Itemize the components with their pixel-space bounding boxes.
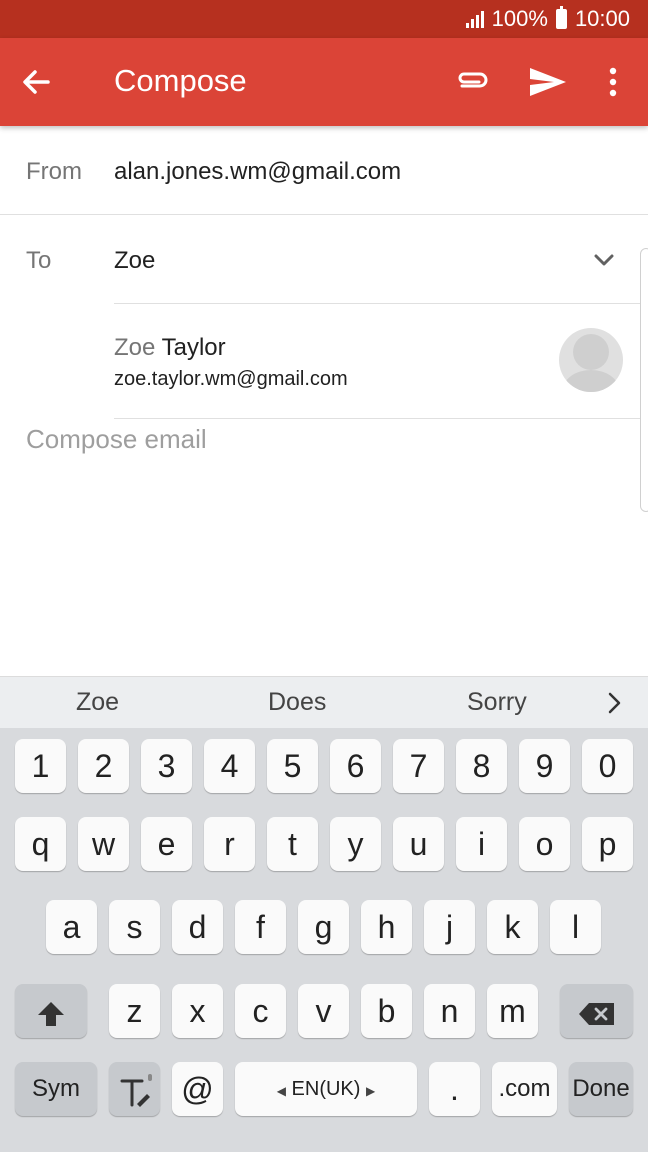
clock: 10:00 bbox=[574, 6, 630, 31]
dotcom-key[interactable]: .com bbox=[492, 1062, 557, 1116]
send-icon bbox=[530, 68, 566, 96]
more-options-button[interactable] bbox=[596, 60, 630, 104]
backspace-icon bbox=[578, 1002, 614, 1025]
key[interactable]: 7 bbox=[393, 739, 444, 793]
compose-body-input[interactable]: Compose email bbox=[26, 424, 207, 455]
dropdown-edge bbox=[640, 248, 648, 512]
paperclip-icon bbox=[458, 72, 488, 88]
key[interactable]: w bbox=[78, 817, 129, 871]
text-format-key[interactable] bbox=[109, 1062, 160, 1116]
battery-icon bbox=[555, 6, 567, 29]
key[interactable]: d bbox=[172, 900, 223, 954]
key[interactable]: 4 bbox=[204, 739, 255, 793]
key[interactable]: g bbox=[298, 900, 349, 954]
suggestion-word[interactable]: Does bbox=[268, 688, 326, 717]
status-bar: 100% 10:00 bbox=[0, 0, 648, 38]
contact-name: Zoe Taylor bbox=[114, 334, 226, 362]
key[interactable]: 5 bbox=[267, 739, 318, 793]
key[interactable]: p bbox=[582, 817, 633, 871]
status-indicators: 100% 10:00 bbox=[465, 6, 630, 32]
key[interactable]: a bbox=[46, 900, 97, 954]
from-field[interactable]: alan.jones.wm@gmail.com bbox=[114, 158, 401, 186]
expand-recipients-button[interactable] bbox=[590, 246, 618, 274]
key[interactable]: r bbox=[204, 817, 255, 871]
key[interactable]: 9 bbox=[519, 739, 570, 793]
keyboard-suggestion-bar: Zoe Does Sorry bbox=[0, 676, 648, 728]
signal-icon bbox=[465, 10, 484, 28]
arrow-left-icon bbox=[23, 70, 50, 94]
chevron-down-icon bbox=[594, 254, 614, 266]
keyboard: 1 2 3 4 5 6 7 8 9 0 q w e r t y u i o p … bbox=[0, 728, 648, 1152]
app-bar: Compose bbox=[0, 38, 648, 126]
contact-name-match: Zoe bbox=[114, 334, 156, 361]
shift-key[interactable] bbox=[15, 984, 87, 1038]
at-key[interactable]: @ bbox=[172, 1062, 223, 1116]
key[interactable]: f bbox=[235, 900, 286, 954]
key[interactable]: n bbox=[424, 984, 475, 1038]
key[interactable]: 3 bbox=[141, 739, 192, 793]
key[interactable]: 1 bbox=[15, 739, 66, 793]
person-avatar-icon bbox=[559, 328, 623, 392]
key[interactable]: q bbox=[15, 817, 66, 871]
done-key[interactable]: Done bbox=[569, 1062, 633, 1116]
divider bbox=[114, 303, 640, 304]
contact-name-rest: Taylor bbox=[155, 334, 226, 361]
key[interactable]: l bbox=[550, 900, 601, 954]
key[interactable]: v bbox=[298, 984, 349, 1038]
key[interactable]: s bbox=[109, 900, 160, 954]
key[interactable]: 6 bbox=[330, 739, 381, 793]
text-format-icon bbox=[120, 1073, 152, 1107]
key[interactable]: o bbox=[519, 817, 570, 871]
key[interactable]: u bbox=[393, 817, 444, 871]
key[interactable]: i bbox=[456, 817, 507, 871]
back-button[interactable] bbox=[14, 60, 58, 104]
battery-percent: 100% bbox=[491, 6, 548, 31]
page-title: Compose bbox=[114, 63, 247, 98]
key[interactable]: h bbox=[361, 900, 412, 954]
key[interactable]: e bbox=[141, 817, 192, 871]
contact-email: zoe.taylor.wm@gmail.com bbox=[114, 368, 348, 390]
key[interactable]: c bbox=[235, 984, 286, 1038]
key[interactable]: 2 bbox=[78, 739, 129, 793]
more-suggestions-button[interactable] bbox=[602, 689, 626, 717]
key[interactable]: 0 bbox=[582, 739, 633, 793]
suggestion-word[interactable]: Sorry bbox=[467, 688, 527, 717]
key[interactable]: z bbox=[109, 984, 160, 1038]
key[interactable]: 8 bbox=[456, 739, 507, 793]
space-key[interactable]: ◀ EN(UK) ▶ bbox=[235, 1062, 417, 1116]
language-label: EN(UK) bbox=[291, 1078, 361, 1100]
to-label: To bbox=[26, 247, 52, 274]
backspace-key[interactable] bbox=[560, 984, 633, 1038]
divider bbox=[0, 214, 648, 215]
chevron-right-icon bbox=[608, 692, 621, 714]
more-vert-icon bbox=[609, 67, 617, 97]
key[interactable]: k bbox=[487, 900, 538, 954]
period-key[interactable]: . bbox=[429, 1062, 480, 1116]
key[interactable]: x bbox=[172, 984, 223, 1038]
shift-arrow-icon bbox=[38, 1001, 64, 1026]
key[interactable]: j bbox=[424, 900, 475, 954]
key[interactable]: b bbox=[361, 984, 412, 1038]
send-button[interactable] bbox=[526, 60, 570, 104]
attach-button[interactable] bbox=[450, 60, 494, 104]
suggestion-word[interactable]: Zoe bbox=[76, 688, 119, 717]
key[interactable]: m bbox=[487, 984, 538, 1038]
key[interactable]: t bbox=[267, 817, 318, 871]
sym-key[interactable]: Sym bbox=[15, 1062, 97, 1116]
key[interactable]: y bbox=[330, 817, 381, 871]
divider bbox=[114, 418, 640, 419]
to-field[interactable]: Zoe bbox=[114, 247, 155, 275]
from-label: From bbox=[26, 158, 82, 185]
